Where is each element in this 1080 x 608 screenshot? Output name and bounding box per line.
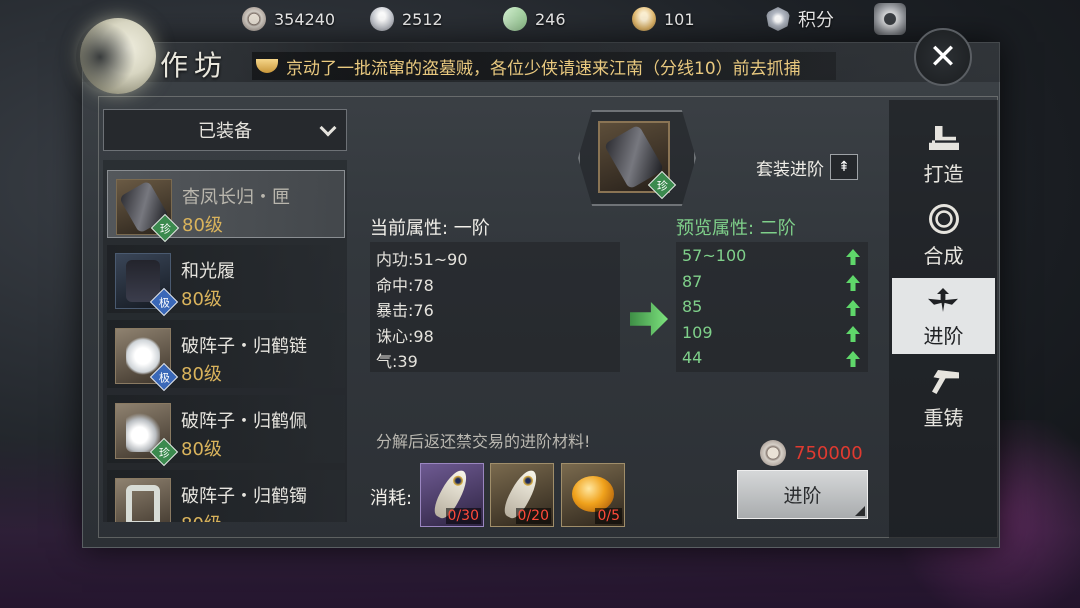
filter-dropdown[interactable]: 已装备	[103, 109, 347, 151]
equipment-list[interactable]: 珍 杳凤长归・匣 80级 极 和光履 80级 极 破阵子・归鹤链 80级 珍 破…	[103, 160, 347, 522]
coin-resource[interactable]: 354240	[242, 6, 335, 32]
item-thumbnail: 极	[115, 253, 179, 317]
coin-value: 354240	[274, 9, 336, 29]
list-item[interactable]: 珍 破阵子・归鹤佩 80级	[107, 395, 345, 467]
preview-stats-title: 预览属性: 二阶	[676, 218, 796, 239]
coin-icon	[760, 440, 786, 466]
decompose-note: 分解后返还禁交易的进阶材料!	[376, 432, 591, 451]
stat-row: 57~100	[682, 246, 747, 265]
item-thumbnail: 极	[115, 328, 179, 392]
gold-resource[interactable]: 101	[632, 6, 695, 32]
tab-recast[interactable]: 重铸	[889, 360, 998, 436]
side-tabs: 打造 合成 进阶 重铸	[889, 100, 998, 538]
stat-row: 85	[682, 297, 703, 316]
item-name: 杳凤长归・匣	[182, 187, 290, 208]
announcement-text: 京动了一批流窜的盗墓贼，各位少侠请速来江南（分线10）前去抓捕	[286, 58, 801, 79]
current-stats-box: 内功:51~90 命中:78 暴击:76 诛心:98 气:39	[370, 242, 620, 372]
arrow-up-icon	[846, 275, 860, 291]
item-thumbnail	[115, 478, 171, 522]
cost-value: 750000	[794, 442, 863, 464]
arrow-up-icon	[846, 351, 860, 367]
ticket-resource[interactable]: 246	[499, 3, 566, 35]
cost-display: 750000	[760, 440, 863, 466]
material-qty: 0/30	[445, 508, 481, 524]
item-level: 80级	[182, 215, 223, 236]
stat-row: 诛心:98	[376, 327, 434, 346]
combine-icon	[929, 204, 959, 234]
arrow-up-icon	[846, 249, 860, 265]
shield-icon	[766, 7, 790, 31]
gold-ingot-icon	[632, 7, 656, 31]
item-level: 80级	[181, 364, 222, 385]
close-icon: ✕	[928, 37, 958, 77]
material-slot[interactable]: 0/5	[561, 463, 625, 527]
moon-shadow	[76, 22, 136, 92]
silver-value: 2512	[402, 9, 443, 29]
anvil-icon	[929, 126, 959, 150]
silver-resource[interactable]: 2512	[370, 6, 443, 32]
item-thumbnail: 珍	[115, 403, 179, 467]
dropdown-label: 已装备	[198, 121, 252, 142]
item-level: 80级	[181, 510, 222, 522]
item-level: 80级	[181, 439, 222, 460]
page-title: 作坊	[160, 49, 229, 82]
set-advance-button[interactable]: 套装进阶 ⇞	[756, 154, 858, 180]
item-level: 80级	[181, 289, 222, 310]
points-label: 积分	[798, 10, 834, 31]
item-thumbnail: 珍	[116, 179, 180, 243]
advance-arrows-icon: ⇞	[830, 154, 858, 180]
announcement-marquee: 京动了一批流窜的盗墓贼，各位少侠请速来江南（分线10）前去抓捕	[252, 52, 836, 80]
silver-ingot-icon	[370, 7, 394, 31]
arrow-up-icon	[846, 300, 860, 316]
bracelet-icon	[126, 485, 160, 522]
amber-icon	[572, 476, 614, 512]
gold-value: 101	[664, 9, 695, 29]
advance-button[interactable]: 进阶	[737, 470, 868, 519]
item-name: 和光履	[181, 261, 235, 282]
preview-stats-box: 57~100 87 85 109 44	[676, 242, 868, 372]
tab-combine[interactable]: 合成	[889, 198, 998, 274]
ticket-icon	[499, 3, 531, 35]
material-qty: 0/20	[515, 508, 551, 524]
list-item[interactable]: 极 和光履 80级	[107, 245, 345, 317]
selected-equipment-slot[interactable]: 珍	[598, 121, 677, 200]
stat-row: 命中:78	[376, 276, 434, 295]
stat-row: 44	[682, 348, 703, 367]
consume-label: 消耗:	[370, 488, 413, 509]
current-stats-title: 当前属性: 一阶	[370, 218, 490, 239]
coin-icon	[242, 7, 266, 31]
list-item[interactable]: 破阵子・归鹤镯 80级	[107, 470, 345, 522]
tab-forge[interactable]: 打造	[889, 116, 998, 192]
item-name: 破阵子・归鹤镯	[181, 486, 307, 507]
tab-label: 重铸	[923, 406, 964, 430]
material-qty: 0/5	[595, 508, 622, 524]
stat-row: 87	[682, 272, 703, 291]
hammer-icon	[932, 370, 959, 394]
item-name: 破阵子・归鹤链	[181, 336, 307, 357]
list-item[interactable]: 极 破阵子・归鹤链 80级	[107, 320, 345, 392]
stat-row: 暴击:76	[376, 301, 434, 320]
stat-row: 109	[682, 323, 713, 342]
horn-icon	[256, 59, 278, 73]
arrow-up-icon	[846, 326, 860, 342]
points-resource[interactable]: 积分	[766, 6, 834, 32]
list-item[interactable]: 珍 杳凤长归・匣 80级	[107, 170, 345, 243]
tab-label: 打造	[923, 162, 964, 186]
tab-label: 进阶	[923, 324, 964, 348]
stat-row: 气:39	[376, 352, 418, 371]
material-slot[interactable]: 0/30	[420, 463, 484, 527]
close-button[interactable]: ✕	[914, 28, 972, 86]
set-advance-label: 套装进阶	[756, 159, 824, 180]
chevron-down-icon	[319, 119, 337, 137]
material-slot[interactable]: 0/20	[490, 463, 554, 527]
ticket-value: 246	[535, 9, 566, 29]
stat-row: 内功:51~90	[376, 250, 468, 269]
tab-advance[interactable]: 进阶	[892, 278, 995, 354]
tab-label: 合成	[923, 244, 964, 268]
advance-icon	[928, 288, 958, 312]
resource-bar: 354240 2512 246 101 积分	[0, 0, 1080, 38]
item-name: 破阵子・归鹤佩	[181, 411, 307, 432]
settings-icon[interactable]	[874, 3, 906, 35]
